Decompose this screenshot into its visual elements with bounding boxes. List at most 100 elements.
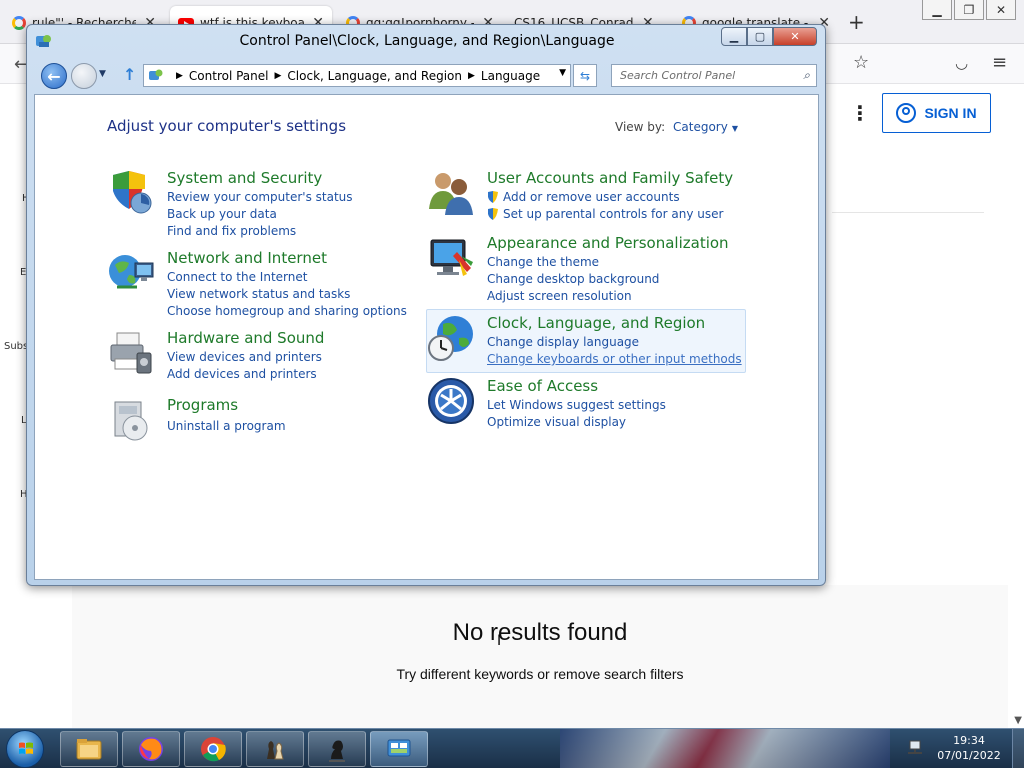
taskbar-control-panel-button[interactable] <box>370 731 428 767</box>
category-links: Connect to the Internet View network sta… <box>167 269 407 320</box>
control-panel-icon <box>149 69 163 80</box>
restore-button[interactable]: ❐ <box>954 0 984 20</box>
category-link-label: Set up parental controls for any user <box>503 207 724 221</box>
sidebar-letter: Subs <box>4 341 29 352</box>
taskbar: 19:34 07/01/2022 <box>0 728 1024 768</box>
taskbar-firefox-button[interactable] <box>122 731 180 767</box>
category-link[interactable]: Back up your data <box>167 206 353 223</box>
address-bar[interactable]: ▶ Control Panel ▶ Clock, Language, and R… <box>143 64 571 87</box>
clock-date: 07/01/2022 <box>937 749 1001 762</box>
bookmark-star-icon[interactable]: ☆ <box>853 52 869 73</box>
uac-shield-icon <box>488 191 498 203</box>
forward-button[interactable] <box>71 63 97 89</box>
refresh-button[interactable]: ⇆ <box>573 64 597 87</box>
address-dropdown-icon[interactable]: ▼ <box>559 68 566 78</box>
category-link[interactable]: Let Windows suggest settings <box>487 397 666 414</box>
new-tab-button[interactable]: + <box>848 10 865 34</box>
category-link[interactable]: Change desktop background <box>487 271 659 288</box>
category-link[interactable]: Adjust screen resolution <box>487 288 659 305</box>
system-clock[interactable]: 19:34 07/01/2022 <box>930 733 1008 763</box>
taskbar-chrome-button[interactable] <box>184 731 242 767</box>
chevron-down-icon: ▼ <box>731 124 738 133</box>
uac-shield-icon <box>488 208 498 220</box>
printer-icon <box>110 332 152 374</box>
category-title-link[interactable]: Network and Internet <box>167 249 327 267</box>
clock-globe-icon <box>428 316 473 361</box>
view-by-dropdown[interactable]: Category ▼ <box>673 120 738 134</box>
category-title-link[interactable]: Hardware and Sound <box>167 329 324 347</box>
start-button[interactable] <box>6 730 44 768</box>
show-desktop-button[interactable] <box>1012 729 1024 768</box>
category-link[interactable]: Change the theme <box>487 254 659 271</box>
category-link[interactable]: Change display language <box>487 334 742 351</box>
category-links: Let Windows suggest settings Optimize vi… <box>487 397 666 431</box>
category-link[interactable]: Uninstall a program <box>167 418 286 435</box>
text-cursor-icon: I <box>497 633 502 649</box>
category-links: Review your computer's status Back up yo… <box>167 189 353 240</box>
no-results-heading: No results found <box>452 619 628 646</box>
minimize-button[interactable]: ▁ <box>721 27 747 46</box>
category-link[interactable]: View devices and printers <box>167 349 322 366</box>
monitor-paint-icon <box>430 239 473 276</box>
taskbar-chess-button[interactable] <box>246 731 304 767</box>
taskbar-explorer-button[interactable] <box>60 731 118 767</box>
category-title-link[interactable]: Appearance and Personalization <box>487 234 729 252</box>
category-link-hovered[interactable]: Change keyboards or other input methods <box>487 351 742 368</box>
network-tray-icon[interactable] <box>906 740 924 756</box>
minimize-button[interactable]: ▁ <box>922 0 952 20</box>
category-links: Change display language Change keyboards… <box>487 334 742 368</box>
menu-icon[interactable]: ≡ <box>992 52 1007 73</box>
category-links: Change the theme Change desktop backgrou… <box>487 254 659 305</box>
close-button[interactable]: ✕ <box>773 27 817 46</box>
chess-knight-icon <box>329 740 345 762</box>
shield-icon <box>113 171 152 214</box>
breadcrumb-item[interactable]: Control Panel <box>189 69 269 83</box>
control-panel-window: Control Panel\Clock, Language, and Regio… <box>26 24 826 586</box>
breadcrumb-item[interactable]: Language <box>481 69 540 83</box>
control-panel-content: Adjust your computer's settings View by:… <box>34 94 819 580</box>
category-link[interactable]: Optimize visual display <box>487 414 666 431</box>
page-heading: Adjust your computer's settings <box>107 117 347 135</box>
control-panel-icon <box>387 739 411 757</box>
search-input[interactable]: Search Control Panel ⌕ <box>611 64 817 87</box>
up-arrow-icon[interactable]: ↑ <box>123 65 136 84</box>
category-links: Uninstall a program <box>167 418 286 435</box>
account-icon <box>896 103 917 123</box>
category-link[interactable]: Add or remove user accounts <box>487 189 723 206</box>
category-links: View devices and printers Add devices an… <box>167 349 322 383</box>
more-options-icon[interactable]: ⋮ <box>850 101 870 125</box>
category-link[interactable]: Choose homegroup and sharing options <box>167 303 407 320</box>
scroll-down-icon[interactable]: ▼ <box>1014 715 1022 726</box>
breadcrumb-item[interactable]: Clock, Language, and Region <box>287 69 462 83</box>
close-button[interactable]: ✕ <box>986 0 1016 20</box>
category-link[interactable]: Add devices and printers <box>167 366 322 383</box>
category-title-link[interactable]: Clock, Language, and Region <box>487 314 705 332</box>
pocket-icon[interactable]: ◡ <box>955 54 968 72</box>
search-icon[interactable]: ⌕ <box>803 68 810 83</box>
category-link[interactable]: Set up parental controls for any user <box>487 206 723 223</box>
navigation-bar: ← ▼ ↑ ▶ Control Panel ▶ Clock, Language,… <box>27 59 827 91</box>
category-title-link[interactable]: System and Security <box>167 169 322 187</box>
recent-pages-dropdown-icon[interactable]: ▼ <box>99 69 106 79</box>
sign-in-button[interactable]: SIGN IN <box>882 93 991 133</box>
category-link[interactable]: View network status and tasks <box>167 286 407 303</box>
search-placeholder: Search Control Panel <box>620 69 736 82</box>
taskbar-chess-knight-button[interactable] <box>308 731 366 767</box>
category-link[interactable]: Connect to the Internet <box>167 269 407 286</box>
category-title-link[interactable]: User Accounts and Family Safety <box>487 169 733 187</box>
category-title-link[interactable]: Ease of Access <box>487 377 598 395</box>
firefox-icon <box>139 737 163 761</box>
chrome-icon <box>201 737 226 762</box>
category-title-link[interactable]: Programs <box>167 396 238 414</box>
breadcrumb-arrow-icon: ▶ <box>274 70 282 81</box>
category-link[interactable]: Review your computer's status <box>167 189 353 206</box>
folder-icon <box>76 739 102 760</box>
wallpaper-strip <box>560 729 890 768</box>
category-links: Add or remove user accounts Set up paren… <box>487 189 723 223</box>
google-icon <box>12 16 26 30</box>
maximize-button[interactable]: ▢ <box>747 27 773 46</box>
back-button[interactable]: ← <box>41 63 67 89</box>
breadcrumb-arrow-icon: ▶ <box>467 70 475 81</box>
category-link[interactable]: Find and fix problems <box>167 223 353 240</box>
clock-time: 19:34 <box>953 734 985 747</box>
